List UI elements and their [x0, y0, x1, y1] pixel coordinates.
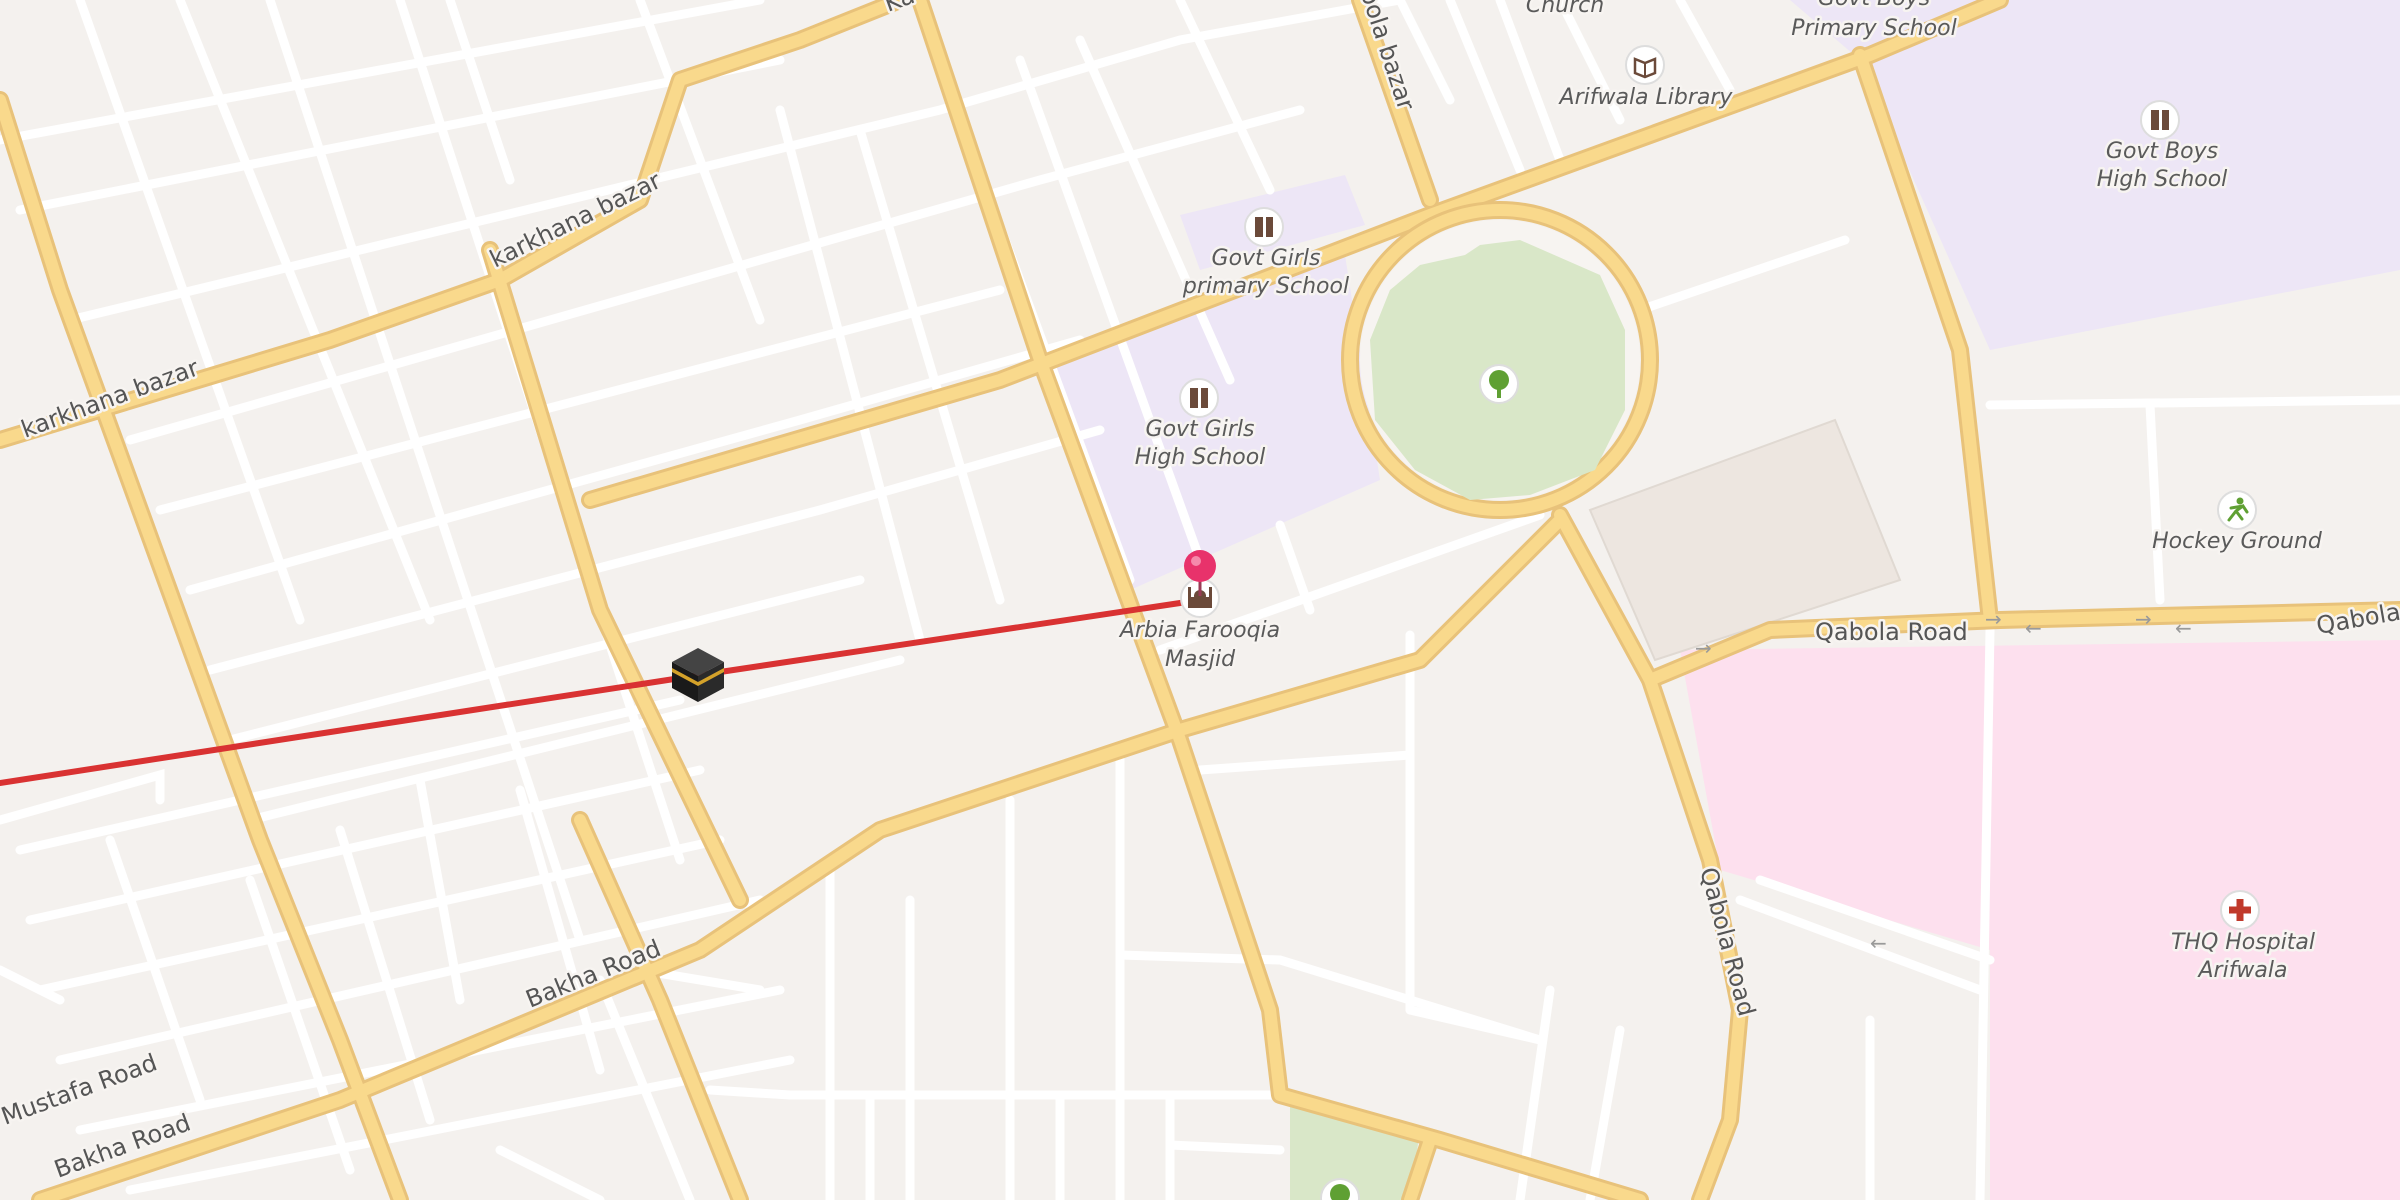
- poi-label-govt-girls-high-1: Govt Girls: [1146, 417, 1255, 442]
- svg-text:→: →: [1985, 607, 2002, 631]
- poi-label-govt-girls-primary-1: Govt Girls: [1212, 246, 1321, 271]
- svg-text:←: ←: [1870, 931, 1887, 955]
- poi-label-arifwala-library: Arifwala Library: [1558, 85, 1734, 110]
- kaaba-icon[interactable]: [672, 648, 724, 702]
- library-icon[interactable]: [1625, 45, 1665, 85]
- poi-label-govt-boys-primary-2: Primary School: [1791, 16, 1956, 41]
- road-label-qabola-road-2: Qabola Road: [1694, 864, 1761, 1019]
- poi-label-govt-boys-primary-1: Govt Boys: [1818, 0, 1930, 11]
- svg-text:←: ←: [2175, 616, 2192, 640]
- hospital-icon[interactable]: [2220, 890, 2260, 930]
- poi-label-govt-girls-primary-2: primary School: [1182, 274, 1349, 299]
- poi-label-govt-boys-high-2: High School: [2097, 167, 2228, 192]
- poi-label-govt-girls-high-2: High School: [1135, 445, 1266, 470]
- svg-text:→: →: [1695, 636, 1712, 660]
- school-icon[interactable]: [2140, 100, 2180, 140]
- poi-label-thq-hospital-2: Arifwala: [2196, 958, 2287, 983]
- poi-label-thq-hospital-1: THQ Hospital: [2171, 930, 2315, 955]
- poi-label-masjid-1: Arbia Farooqia: [1118, 618, 1280, 643]
- map-canvas[interactable]: → ← → ← → ← karkhana bazar karkhana baza…: [0, 0, 2400, 1200]
- map-svg[interactable]: → ← → ← → ← karkhana bazar karkhana baza…: [0, 0, 2400, 1200]
- svg-text:←: ←: [2025, 616, 2042, 640]
- poi-label-hockey-ground: Hockey Ground: [2152, 529, 2323, 554]
- school-icon[interactable]: [1179, 378, 1219, 418]
- svg-text:→: →: [2135, 607, 2152, 631]
- poi-label-govt-boys-high-1: Govt Boys: [2106, 139, 2218, 164]
- poi-label-church: Church: [1526, 0, 1604, 18]
- school-icon[interactable]: [1244, 207, 1284, 247]
- sports-icon[interactable]: [2217, 490, 2257, 530]
- tree-icon[interactable]: [1479, 364, 1519, 404]
- poi-label-masjid-2: Masjid: [1165, 647, 1236, 672]
- road-label-qabola-road-1: Qabola Road: [1815, 618, 1968, 646]
